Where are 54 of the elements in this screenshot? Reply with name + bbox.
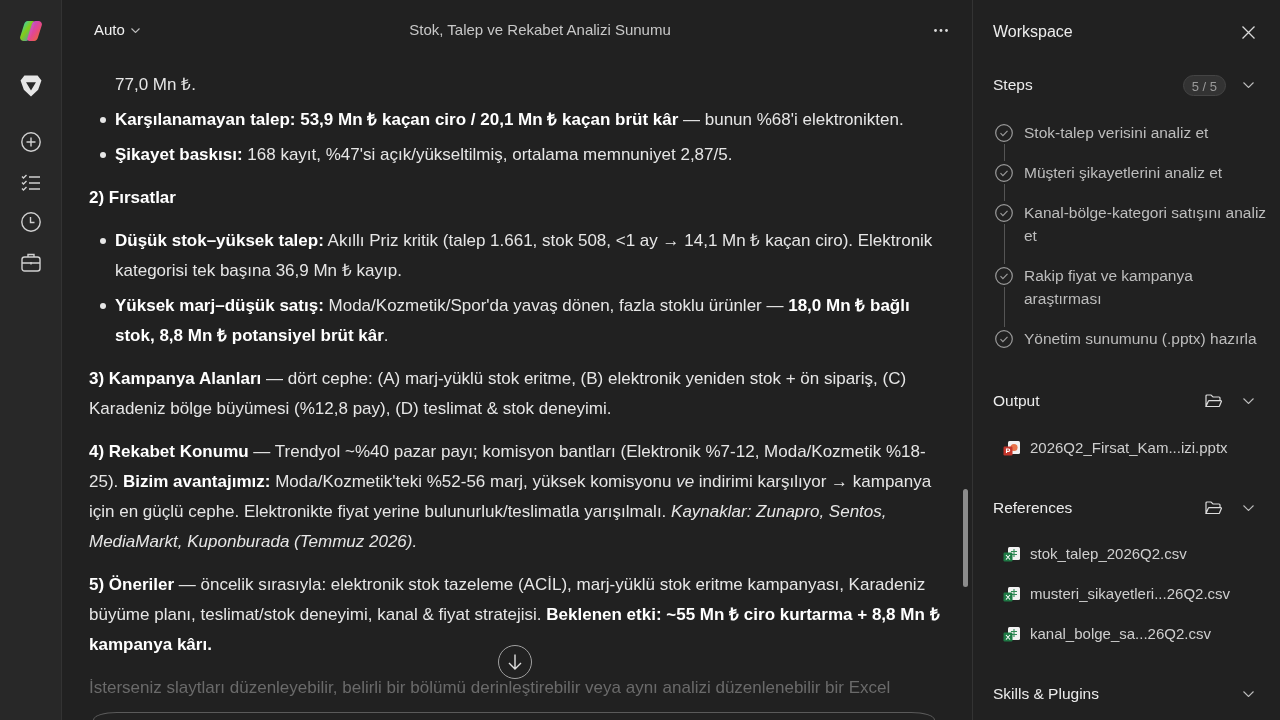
section-heading: Steps bbox=[993, 75, 1034, 96]
list-item-text: Yüksek marj–düşük satış: Moda/Kozmetik/Spor'da yavaş dönen, fazla stoklu ürünler — 18,0 Mn ₺ bağlı stok, 8,8 Mn ₺ potansiyel brüt kâr. bbox=[115, 295, 911, 347]
arrow-down-icon bbox=[508, 654, 522, 670]
presentation-file-icon bbox=[1003, 440, 1020, 456]
conversation-title: Stok, Talep ve Rekabet Analizi Sunumu bbox=[409, 19, 671, 40]
step-label: Stok-talep verisini analiz et bbox=[1024, 123, 1210, 143]
steps-progress-count: 5 / 5 bbox=[1182, 74, 1226, 96]
section-heading: Skills & Plugins bbox=[993, 684, 1100, 705]
folder-icon[interactable] bbox=[1205, 394, 1222, 408]
list-item-text: 77,0 Mn ₺. bbox=[114, 74, 197, 96]
close-icon[interactable] bbox=[1242, 25, 1255, 39]
paragraph: 4) Rekabet Konumu — Trendyol ~%40 pazar payı; komisyon bantları (Elektronik %7-12, Moda/Kozmetik %18-25). Bizim avantajımız: Moda/Kozmetik'teki %52-56 marj, yüksek komisyonu ve indirimi karşılıyor → kampanya için en güçlü cephe. Elektronikte fiyat yerine bulunurluk/teslimatla yarışılmalı. Kaynaklar: Zunapro, Sentos, MediaMarkt, Kuponburada (Temmuz 2026). bbox=[89, 441, 933, 553]
checklist-icon[interactable] bbox=[20, 173, 41, 193]
file-link[interactable]: stok_talep_2026Q2.csv bbox=[993, 534, 1260, 574]
paragraph: 3) Kampanya Alanları — dört cephe: (A) marj-yüklü stok eritme, (B) elektronik yeniden stok + ön sipariş, (C) Karadeniz bölge büyümesi (%12,8 pay), (D) teslimat & stok deneyimi. bbox=[89, 368, 908, 420]
shield-badge-icon[interactable] bbox=[19, 75, 42, 97]
section-heading: Output bbox=[993, 391, 1041, 412]
bullet-icon bbox=[100, 152, 106, 158]
chevron-down-icon[interactable] bbox=[1243, 82, 1254, 88]
chevron-down-icon bbox=[130, 27, 140, 33]
spreadsheet-file-icon bbox=[1003, 626, 1020, 642]
folder-icon[interactable] bbox=[1205, 501, 1222, 515]
clock-icon[interactable] bbox=[20, 212, 41, 232]
scrollbar-thumb[interactable] bbox=[963, 489, 968, 587]
scroll-down-button[interactable] bbox=[498, 645, 532, 679]
list-item-text: Şikayet baskısı: 168 kayıt, %47'si açık/yükseltilmiş, ortalama memnuniyet 2,87/5. bbox=[115, 144, 734, 166]
file-link[interactable]: musteri_sikayetleri...26Q2.csv bbox=[993, 574, 1260, 614]
file-link[interactable]: 2026Q2_Firsat_Kam...izi.pptx bbox=[993, 428, 1260, 468]
message-input-field[interactable] bbox=[93, 712, 935, 720]
panel-title: Workspace bbox=[993, 22, 1073, 42]
bullet-icon bbox=[100, 238, 106, 244]
file-link[interactable]: kanal_bolge_sa...26Q2.csv bbox=[993, 614, 1260, 654]
step-label: Rakip fiyat ve kampanya araştırması bbox=[1024, 266, 1194, 309]
faded-paragraph: İsterseniz slaytları düzenleyebilir, belirli bir bölümü derinleştirebilir veya aynı analizi düzenlenebilir bir Excel bbox=[89, 677, 892, 699]
chevron-down-icon[interactable] bbox=[1243, 691, 1254, 697]
paragraph: 5) Öneriler — öncelik sırasıyla: elektronik stok tazeleme (ACİL), marj-yüklü stok eritme kampanyası, Karadeniz büyüme planı, teslimat/stok deneyimi, kanal & fiyat stratejisi. Beklenen etki: ~55 Mn ₺ ciro kurtarma + 8,8 Mn ₺ kampanya kârı. bbox=[89, 574, 941, 656]
chevron-down-icon[interactable] bbox=[1243, 505, 1254, 511]
section-heading: References bbox=[993, 498, 1074, 519]
step-label: Yönetim sunumunu (.pptx) hazırla bbox=[1024, 329, 1258, 349]
step-label: Kanal-bölge-kategori satışını analiz et bbox=[1024, 203, 1268, 246]
briefcase-icon[interactable] bbox=[20, 252, 41, 272]
more-options-icon[interactable] bbox=[934, 28, 948, 32]
mode-dropdown[interactable]: Auto bbox=[94, 18, 140, 42]
section-heading: 2) Fırsatlar bbox=[89, 187, 177, 209]
bullet-icon bbox=[100, 303, 106, 309]
chevron-down-icon[interactable] bbox=[1243, 398, 1254, 404]
spreadsheet-file-icon bbox=[1003, 586, 1020, 602]
step-label: Müşteri şikayetlerini analiz et bbox=[1024, 163, 1224, 183]
plus-circle-icon[interactable] bbox=[20, 132, 41, 152]
spreadsheet-file-icon bbox=[1003, 546, 1020, 562]
app-logo-icon[interactable] bbox=[19, 20, 42, 42]
bullet-icon bbox=[100, 117, 106, 123]
list-item-text: Düşük stok–yüksek talep: Akıllı Priz kritik (talep 1.661, stok 508, <1 ay → 14,1 Mn ₺ kaçan ciro). Elektronik kategorisi tek başına 36,9 Mn ₺ kayıp. bbox=[115, 230, 934, 282]
list-item-text: Karşılanamayan talep: 53,9 Mn ₺ kaçan ciro / 20,1 Mn ₺ kaçan brüt kâr — bunun %68'i elektronikten. bbox=[115, 109, 905, 131]
